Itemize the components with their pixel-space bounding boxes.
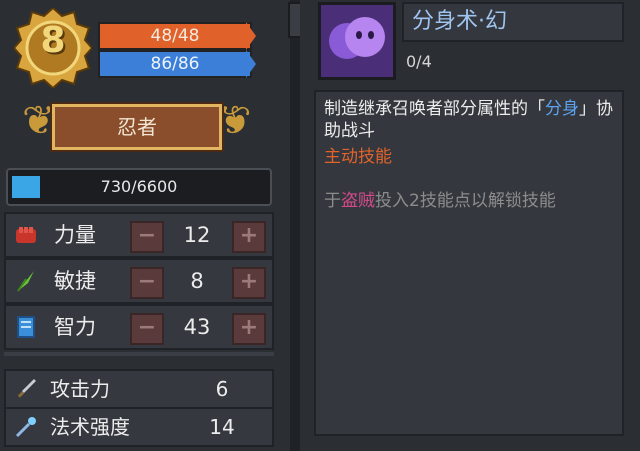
decrease-strength-button[interactable]: − (130, 221, 164, 253)
laurel-left-icon: ❦ (22, 98, 56, 144)
stat-row-intelligence: 智力 − 43 + (4, 304, 274, 350)
stat-value: 12 (183, 223, 211, 247)
skill-name-box: 分身术·幻 (402, 2, 624, 42)
xp-text: 730/6600 (100, 177, 178, 196)
sword-icon (17, 379, 36, 398)
increase-agility-button[interactable]: + (232, 267, 266, 299)
req-text: 于 (324, 191, 341, 211)
increase-strength-button[interactable]: + (232, 221, 266, 253)
level-medallion: 8 (14, 8, 92, 88)
derived-row-attack: 攻击力 6 (4, 369, 274, 409)
shadow-clone-icon (321, 5, 393, 77)
derived-name: 法术强度 (50, 415, 130, 439)
panel-divider (290, 0, 300, 451)
decrease-intelligence-button[interactable]: − (130, 313, 164, 345)
decrease-agility-button[interactable]: − (130, 267, 164, 299)
increase-intelligence-button[interactable]: + (232, 313, 266, 345)
mp-text: 86/86 (150, 54, 200, 74)
stat-name: 敏捷 (54, 269, 96, 293)
skill-points: 0/4 (406, 52, 432, 71)
skill-unlock-requirement: 于盗贼投入2技能点以解锁技能 (324, 190, 614, 212)
mp-bar-arrow (246, 50, 256, 78)
xp-bar: 730/6600 (6, 168, 272, 206)
agility-feather-icon (17, 271, 34, 292)
skill-type: 主动技能 (324, 147, 392, 167)
derived-value: 14 (209, 415, 235, 439)
wand-icon (15, 417, 36, 438)
class-plaque: 忍者 (52, 104, 222, 150)
stat-value: 8 (190, 269, 204, 293)
skill-description-box: 制造继承召唤者部分属性的「分身」协助战斗 主动技能 于盗贼投入2技能点以解锁技能 (314, 90, 624, 436)
stat-name: 力量 (54, 223, 96, 247)
desc-text: 制造继承召唤者部分属性的「 (324, 99, 545, 119)
desc-highlight: 分身 (545, 99, 579, 119)
skill-description: 制造继承召唤者部分属性的「分身」协助战斗 (324, 98, 614, 142)
derived-value: 6 (215, 377, 229, 401)
derived-row-spell-power: 法术强度 14 (4, 407, 274, 447)
strength-fist-icon (16, 227, 36, 243)
stat-value: 43 (183, 315, 211, 339)
laurel-right-icon: ❦ (218, 98, 252, 144)
req-text: 投入2技能点以解锁技能 (375, 191, 556, 211)
skill-name: 分身术·幻 (412, 9, 507, 34)
derived-name: 攻击力 (50, 377, 110, 401)
stat-row-strength: 力量 − 12 + (4, 212, 274, 258)
skill-icon-frame[interactable] (318, 2, 396, 80)
class-name: 忍者 (117, 115, 157, 139)
req-class: 盗贼 (341, 191, 375, 211)
hp-text: 48/48 (150, 26, 200, 46)
hp-bar-arrow (246, 22, 256, 50)
stats-separator (4, 352, 274, 356)
intelligence-book-icon (17, 316, 35, 338)
stat-name: 智力 (54, 315, 96, 339)
level-number: 8 (40, 20, 66, 61)
stat-row-agility: 敏捷 − 8 + (4, 258, 274, 304)
mp-bar: 86/86 (98, 50, 252, 78)
hp-bar: 48/48 (98, 22, 252, 50)
